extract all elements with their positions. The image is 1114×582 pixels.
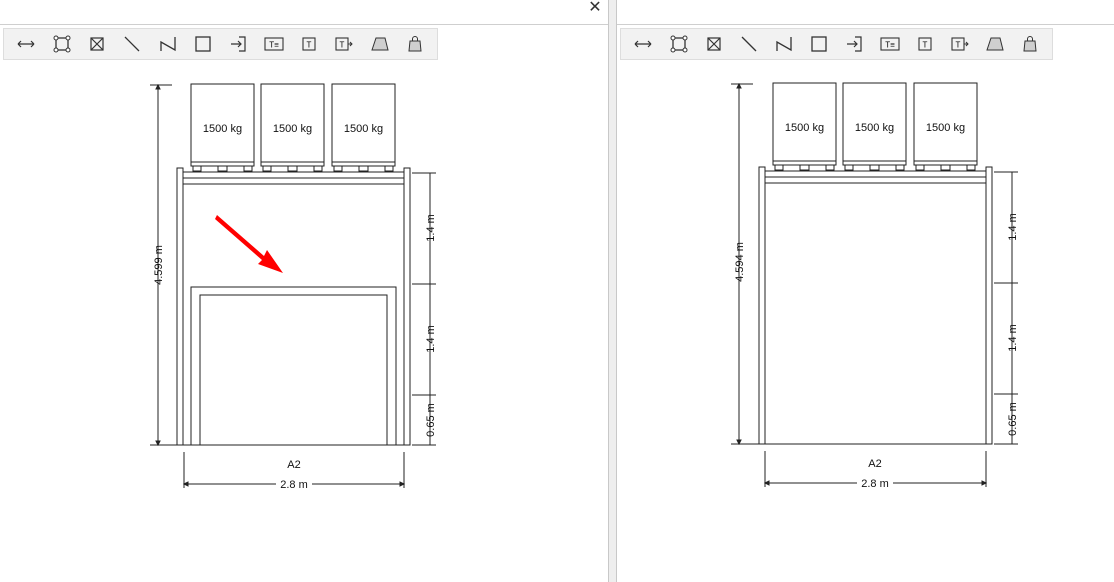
bay-name: A2 <box>868 458 881 470</box>
level-dimension-label: 1.4 m <box>425 325 437 353</box>
load-label: 1500 kg <box>344 123 383 135</box>
rack-elevation-drawing: 1500 kg 1500 kg 1500 kg <box>150 83 437 491</box>
rack-frame <box>176 167 411 446</box>
load-label: 1500 kg <box>785 122 824 134</box>
right-drawing-panel: T≡ T T 1500 kg 1500 kg 1500 kg 4.594 m 1… <box>617 0 1114 582</box>
width-dimension-label: 2.8 m <box>861 478 889 490</box>
pallet-load: 1500 kg <box>260 83 325 172</box>
annotation-arrow <box>215 215 283 273</box>
level-dimension-label: 0.65 m <box>425 403 437 437</box>
pallet-load: 1500 kg <box>190 83 255 172</box>
height-dimension-label: 4.594 m <box>734 242 746 282</box>
pallet-load: 1500 kg <box>913 82 978 171</box>
load-label: 1500 kg <box>855 122 894 134</box>
width-dimension-label: 2.8 m <box>280 479 308 491</box>
pallet-load: 1500 kg <box>331 83 396 172</box>
bay-name: A2 <box>287 459 300 471</box>
height-dimension-label: 4.599 m <box>153 245 165 285</box>
left-drawing-panel: ✕ T≡ T T 1500 kg 1500 kg 1500 kg 4.599 m… <box>0 0 608 582</box>
load-label: 1500 kg <box>273 123 312 135</box>
pallet-load: 1500 kg <box>772 82 837 171</box>
rack-frame <box>758 166 993 445</box>
rack-elevation-drawing: 1500 kg 1500 kg 1500 kg <box>731 82 1019 490</box>
load-label: 1500 kg <box>926 122 965 134</box>
load-label: 1500 kg <box>203 123 242 135</box>
level-dimension-label: 1.4 m <box>425 214 437 242</box>
level-dimension-label: 0.65 m <box>1007 402 1019 436</box>
level-dimension-label: 1.4 m <box>1007 324 1019 352</box>
panel-splitter[interactable] <box>608 0 617 582</box>
pallet-load: 1500 kg <box>842 82 907 171</box>
level-dimension-label: 1.4 m <box>1007 213 1019 241</box>
rack-opening <box>190 286 397 445</box>
